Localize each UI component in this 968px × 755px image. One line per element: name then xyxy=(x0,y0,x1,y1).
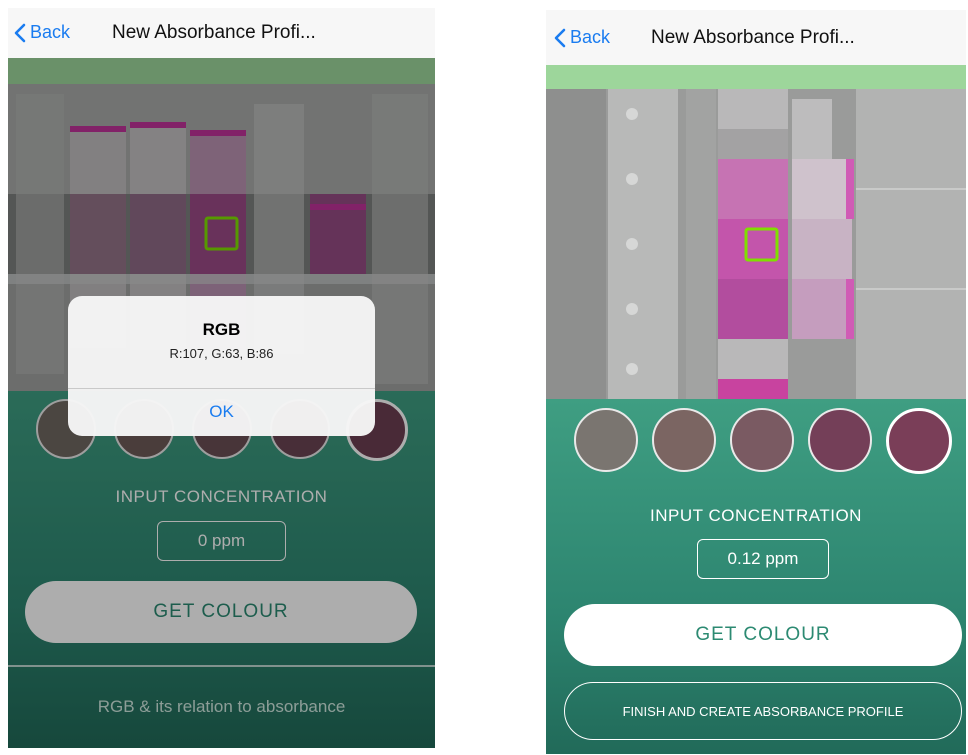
concentration-label: INPUT CONCENTRATION xyxy=(650,506,862,525)
color-swatch[interactable] xyxy=(652,408,716,472)
alert-ok-button[interactable]: OK xyxy=(68,388,375,436)
color-swatch[interactable] xyxy=(574,408,638,472)
camera-preview[interactable] xyxy=(546,89,966,399)
back-button[interactable]: Back xyxy=(14,22,70,43)
rgb-alert: RGB R:107, G:63, B:86 OK xyxy=(68,296,375,436)
chevron-left-icon xyxy=(554,28,566,47)
screen-left: Back New Absorbance Profi... INPUT CONCE… xyxy=(8,8,435,748)
concentration-input[interactable]: 0.12 ppm xyxy=(697,539,829,579)
page-title: New Absorbance Profi... xyxy=(651,27,855,48)
color-swatch[interactable] xyxy=(730,408,794,472)
screen-right: Back New Absorbance Profi... INPUT CONCE… xyxy=(546,10,966,754)
chevron-left-icon xyxy=(14,23,26,42)
finish-create-profile-button[interactable]: FINISH AND CREATE ABSORBANCE PROFILE xyxy=(564,682,962,740)
back-label: Back xyxy=(30,22,71,42)
get-colour-button[interactable]: GET COLOUR xyxy=(564,604,962,666)
nav-bar: Back New Absorbance Profi... xyxy=(8,8,435,59)
page-title: New Absorbance Profi... xyxy=(112,22,316,43)
nav-bar: Back New Absorbance Profi... xyxy=(546,10,966,66)
color-swatch-selected[interactable] xyxy=(886,408,952,474)
color-swatch[interactable] xyxy=(808,408,872,472)
alert-title: RGB xyxy=(202,320,241,339)
back-label: Back xyxy=(570,27,611,47)
camera-image xyxy=(546,89,966,399)
progress-strip xyxy=(546,65,966,89)
back-button[interactable]: Back xyxy=(554,27,610,48)
alert-message: R:107, G:63, B:86 xyxy=(169,346,274,361)
control-panel: INPUT CONCENTRATION 0.12 ppm GET COLOUR … xyxy=(546,399,966,754)
